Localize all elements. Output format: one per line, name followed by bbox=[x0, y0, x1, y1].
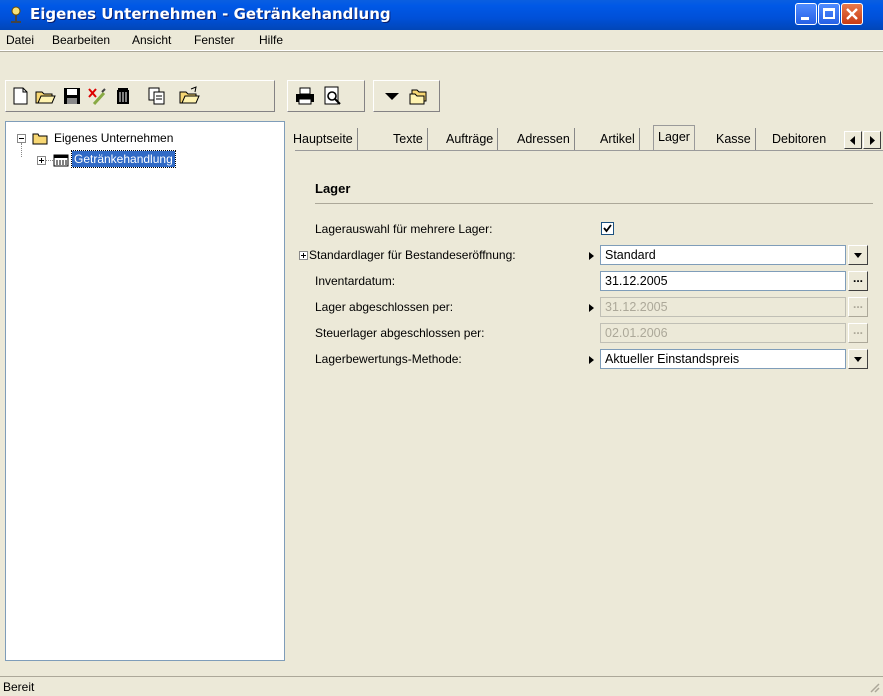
arrow-left-icon bbox=[850, 136, 855, 145]
tab-scroll-left-button[interactable] bbox=[844, 131, 862, 149]
row-pointer-icon bbox=[589, 252, 594, 260]
expand-standardlager-icon[interactable] bbox=[299, 251, 308, 260]
delete-mark-icon[interactable] bbox=[86, 85, 108, 107]
expand-icon[interactable] bbox=[37, 156, 46, 165]
menu-hilfe[interactable]: Hilfe bbox=[259, 33, 283, 47]
standardlager-select[interactable]: Standard bbox=[600, 245, 846, 265]
lager-abgeschlossen-label: Lager abgeschlossen per: bbox=[315, 300, 454, 314]
tab-hauptseite[interactable]: Hauptseite bbox=[289, 128, 358, 150]
toolbar bbox=[0, 51, 883, 117]
tab-adressen[interactable]: Adressen bbox=[513, 128, 575, 150]
ellipsis-icon: ... bbox=[852, 323, 863, 337]
maximize-icon bbox=[823, 8, 835, 19]
lagerbewertung-label: Lagerbewertungs-Methode: bbox=[315, 352, 462, 366]
toolbar-group-view bbox=[373, 80, 440, 112]
tree-line bbox=[21, 143, 23, 157]
minimize-button[interactable] bbox=[795, 3, 817, 25]
standardlager-dropdown-button[interactable] bbox=[848, 245, 868, 265]
close-button[interactable] bbox=[841, 3, 863, 25]
open-icon[interactable] bbox=[178, 85, 200, 107]
inventardatum-field[interactable]: 31.12.2005 bbox=[600, 271, 846, 291]
lagerauswahl-label: Lagerauswahl für mehrere Lager: bbox=[315, 222, 493, 236]
status-text: Bereit bbox=[3, 680, 35, 694]
ellipsis-icon: ... bbox=[852, 297, 863, 311]
tab-strip: Hauptseite Texte Aufträge Adressen Artik… bbox=[287, 125, 883, 151]
folder-icon bbox=[32, 133, 48, 145]
tab-artikel[interactable]: Artikel bbox=[596, 128, 640, 150]
toolbar-group-edit bbox=[5, 80, 275, 112]
lager-panel: Lager Lagerauswahl für mehrere Lager: St… bbox=[295, 150, 883, 651]
resize-grip-icon[interactable] bbox=[868, 681, 880, 693]
save-icon[interactable] bbox=[61, 85, 83, 107]
tab-kasse[interactable]: Kasse bbox=[712, 128, 756, 150]
calendar-icon bbox=[53, 154, 69, 167]
menu-ansicht[interactable]: Ansicht bbox=[132, 33, 171, 47]
tab-texte[interactable]: Texte bbox=[389, 128, 428, 150]
steuerlager-abgeschlossen-field: 02.01.2006 bbox=[600, 323, 846, 343]
tree-line bbox=[46, 160, 53, 162]
tab-debitoren[interactable]: Debitoren bbox=[768, 128, 830, 150]
minimize-icon bbox=[801, 17, 809, 20]
print-preview-icon[interactable] bbox=[322, 85, 344, 107]
tree-pane[interactable]: Eigenes Unternehmen Getränkehandlung bbox=[5, 121, 285, 661]
maximize-button[interactable] bbox=[818, 3, 840, 25]
inventardatum-picker-button[interactable]: ... bbox=[848, 271, 868, 291]
menu-datei[interactable]: Datei bbox=[6, 33, 34, 47]
close-icon bbox=[846, 8, 858, 20]
app-icon bbox=[11, 6, 21, 23]
arrow-right-icon bbox=[870, 136, 875, 145]
menu-bearbeiten[interactable]: Bearbeiten bbox=[52, 33, 110, 47]
steuerlager-abgeschlossen-picker-button: ... bbox=[848, 323, 868, 343]
dropdown-arrow-icon[interactable] bbox=[381, 85, 403, 107]
chevron-down-icon bbox=[854, 357, 862, 362]
lager-abgeschlossen-picker-button: ... bbox=[848, 297, 868, 317]
standardlager-label: Standardlager für Bestandeseröffnung: bbox=[309, 248, 516, 262]
tab-auftraege[interactable]: Aufträge bbox=[442, 128, 499, 150]
row-pointer-icon bbox=[589, 356, 594, 364]
title-bar[interactable]: Eigenes Unternehmen - Getränkehandlung bbox=[0, 0, 883, 30]
chevron-down-icon bbox=[854, 253, 862, 258]
tab-scroll-right-button[interactable] bbox=[863, 131, 881, 149]
tab-lager[interactable]: Lager bbox=[653, 125, 695, 151]
toolbar-group-print bbox=[287, 80, 365, 112]
menu-bar: Datei Bearbeiten Ansicht Fenster Hilfe bbox=[0, 30, 883, 51]
checkmark-icon bbox=[603, 224, 612, 233]
open-folder-icon[interactable] bbox=[34, 85, 56, 107]
menu-fenster[interactable]: Fenster bbox=[194, 33, 235, 47]
row-pointer-icon bbox=[589, 304, 594, 312]
lager-abgeschlossen-field: 31.12.2005 bbox=[600, 297, 846, 317]
trash-icon[interactable] bbox=[112, 85, 134, 107]
print-icon[interactable] bbox=[294, 85, 316, 107]
lagerauswahl-checkbox[interactable] bbox=[601, 222, 614, 235]
collapse-icon[interactable] bbox=[17, 134, 26, 143]
folder-tree-icon[interactable] bbox=[408, 85, 430, 107]
inventardatum-label: Inventardatum: bbox=[315, 274, 396, 288]
lagerbewertung-dropdown-button[interactable] bbox=[848, 349, 868, 369]
copy-icon[interactable] bbox=[146, 85, 168, 107]
status-bar: Bereit bbox=[0, 676, 883, 696]
section-divider bbox=[315, 203, 873, 204]
tree-child-label[interactable]: Getränkehandlung bbox=[71, 150, 176, 168]
window-title: Eigenes Unternehmen - Getränkehandlung bbox=[30, 5, 391, 23]
section-title: Lager bbox=[315, 181, 351, 196]
tree-root-label[interactable]: Eigenes Unternehmen bbox=[54, 131, 173, 145]
steuerlager-abgeschlossen-label: Steuerlager abgeschlossen per: bbox=[315, 326, 485, 340]
ellipsis-icon: ... bbox=[852, 271, 863, 285]
lagerbewertung-select[interactable]: Aktueller Einstandspreis bbox=[600, 349, 846, 369]
new-document-icon[interactable] bbox=[9, 85, 31, 107]
detail-pane: Hauptseite Texte Aufträge Adressen Artik… bbox=[287, 121, 883, 661]
